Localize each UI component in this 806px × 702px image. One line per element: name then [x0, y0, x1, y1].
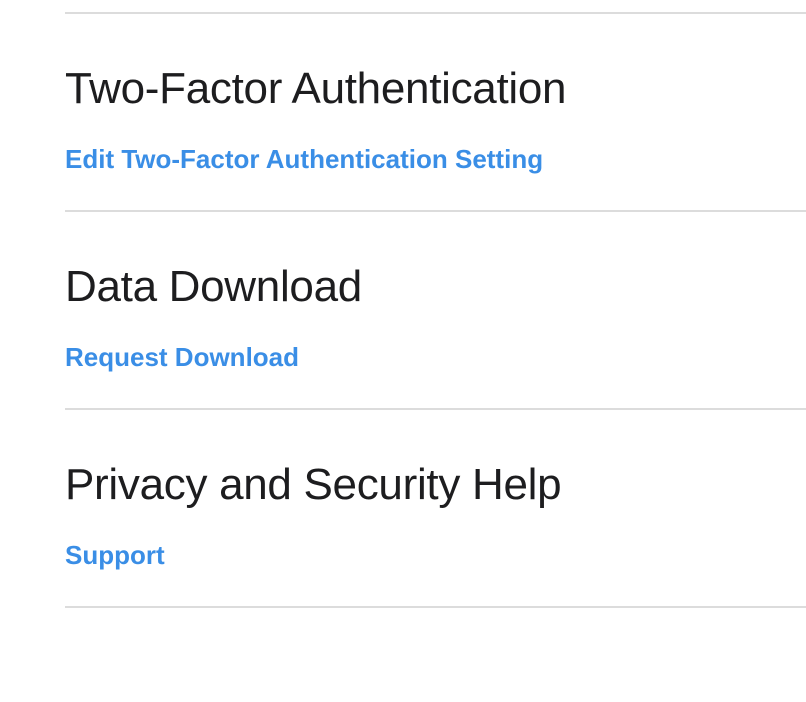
data-download-title: Data Download: [65, 262, 362, 311]
section-divider: [65, 408, 806, 410]
section-divider: [65, 606, 806, 608]
section-divider: [65, 12, 806, 14]
two-factor-section: Two-Factor Authentication Edit Two-Facto…: [65, 67, 806, 173]
support-link[interactable]: Support: [65, 542, 165, 568]
edit-two-factor-link[interactable]: Edit Two-Factor Authentication Setting: [65, 146, 543, 172]
section-divider: [65, 210, 806, 212]
privacy-help-title: Privacy and Security Help: [65, 460, 562, 509]
data-download-section: Data Download Request Download: [65, 265, 806, 371]
two-factor-title: Two-Factor Authentication: [65, 64, 567, 113]
settings-panel: Two-Factor Authentication Edit Two-Facto…: [65, 0, 806, 608]
request-download-link[interactable]: Request Download: [65, 344, 299, 370]
privacy-help-section: Privacy and Security Help Support: [65, 463, 806, 569]
